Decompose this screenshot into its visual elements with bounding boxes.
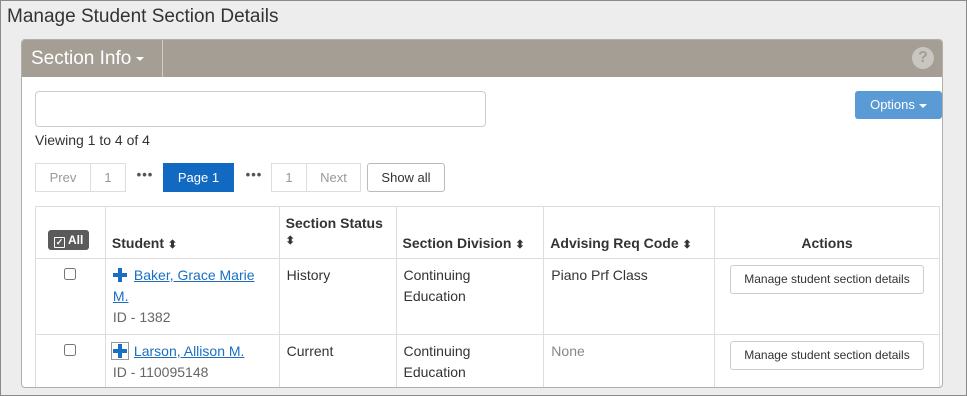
section-division-cell: Continuing Education [395,258,545,335]
checkbox-icon: ✓ [54,237,65,248]
sort-icon: ⬍ [285,235,295,247]
section-info-dropdown[interactable]: Section Info [22,40,163,77]
caret-down-icon [136,56,145,61]
sort-icon: ⬍ [682,239,692,251]
table-row: Larson, Allison M. ID - 110095148 Curren… [35,334,940,387]
section-status-cell: Current [278,334,397,387]
advising-req-code-header-label: Advising Req Code [550,235,679,251]
section-info-label: Section Info [31,48,132,69]
ellipsis: ••• [239,163,269,192]
row-checkbox[interactable] [64,268,77,280]
prev-button[interactable]: Prev [35,163,91,192]
section-status-header[interactable]: Section Status ⬍ [278,206,397,259]
select-all-header: ✓ All [35,206,106,259]
manage-student-section-details-button[interactable]: Manage student section details [730,265,924,294]
viewing-count: Viewing 1 to 4 of 4 [35,132,150,148]
student-cell: Larson, Allison M. ID - 110095148 [104,334,280,387]
section-status-cell: History [278,258,397,335]
table-header-row: ✓ All Student ⬍ Section Status ⬍ Section D… [35,206,940,259]
row-checkbox[interactable] [64,344,77,356]
help-icon[interactable]: ? [912,47,934,69]
ellipsis: ••• [130,163,160,192]
student-header-label: Student [111,235,165,251]
sort-icon: ⬍ [167,239,178,251]
section-info-panel: Section Info ? Options Viewing 1 to 4 of… [21,39,943,388]
page-last-button[interactable]: 1 [271,163,307,192]
actions-header: Actions [714,206,940,259]
row-select-cell [35,258,106,335]
plus-icon[interactable] [112,268,127,282]
current-page-button[interactable]: Page 1 [163,163,234,192]
row-select-cell [35,334,106,387]
student-table: ✓ All Student ⬍ Section Status ⬍ Section D… [35,206,940,387]
student-cell: Baker, Grace Marie M. ID - 1382 [104,258,280,335]
options-label: Options [870,97,915,112]
section-division-cell: Continuing Education [395,334,545,387]
search-input[interactable] [35,91,486,127]
student-id: ID - 110095148 [112,364,209,380]
actions-cell: Manage student section details [714,258,940,335]
advising-req-code-cell: Piano Prf Class [543,258,715,335]
sort-icon: ⬍ [515,239,525,251]
section-division-header[interactable]: Section Division ⬍ [395,206,545,259]
section-division-header-label: Section Division [402,235,512,251]
page-title: Manage Student Section Details [7,6,279,27]
options-button[interactable]: Options [855,91,942,119]
advising-req-code-header[interactable]: Advising Req Code ⬍ [543,206,715,259]
student-header[interactable]: Student ⬍ [104,206,280,259]
manage-student-section-details-button[interactable]: Manage student section details [730,341,924,370]
page-first-button[interactable]: 1 [90,163,126,192]
section-status-header-label: Section Status [285,215,383,231]
table-row: Baker, Grace Marie M. ID - 1382 History … [35,258,940,335]
select-all-button[interactable]: ✓ All [48,230,90,250]
caret-down-icon [918,103,927,108]
next-button[interactable]: Next [306,163,361,192]
student-name-link[interactable]: Larson, Allison M. [134,343,245,359]
plus-icon[interactable] [110,342,129,360]
student-name-link[interactable]: Baker, Grace Marie M. [113,267,255,304]
advising-req-code-cell: None [543,334,715,387]
panel-header: Section Info ? [22,40,942,77]
select-all-label: All [68,233,84,247]
student-id: ID - 1382 [112,309,171,325]
actions-cell: Manage student section details [714,334,940,387]
show-all-button[interactable]: Show all [367,163,445,192]
